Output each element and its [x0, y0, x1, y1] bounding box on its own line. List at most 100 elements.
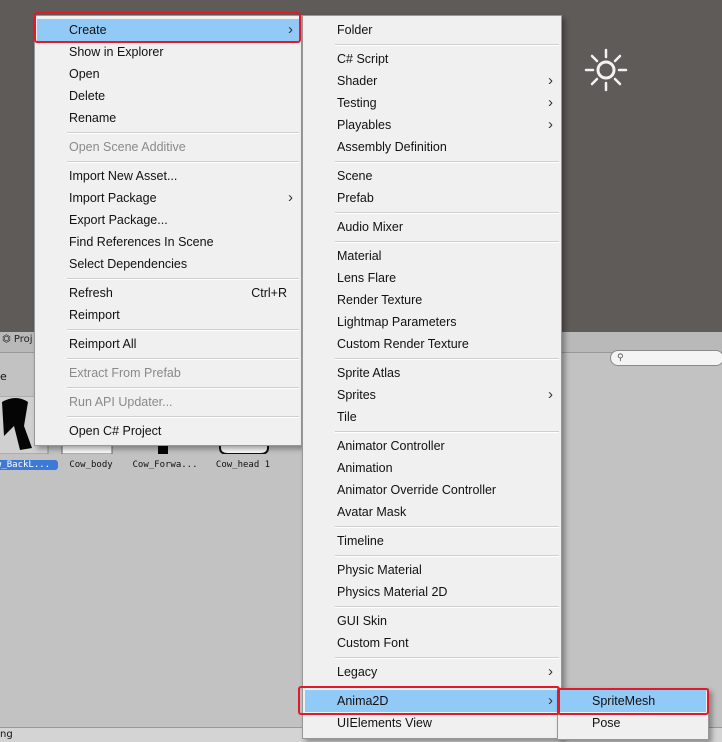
menu-item-label: Run API Updater... [69, 395, 173, 409]
menu-item-label: Material [337, 249, 382, 263]
create-menu-item-anima2d[interactable]: Anima2D › [305, 690, 559, 712]
menu-item-label: Create [69, 23, 107, 37]
context-menu-item-show-in-explorer[interactable]: Show in Explorer [37, 41, 299, 63]
menu-item-label: Lightmap Parameters [337, 315, 457, 329]
menu-item-label: Physics Material 2D [337, 585, 448, 599]
menu-separator [335, 657, 559, 659]
chevron-right-icon: › [548, 386, 553, 403]
chevron-right-icon: › [548, 72, 553, 89]
asset-label: Cow_Forwa... [132, 460, 198, 470]
menu-item-label: C# Script [337, 52, 389, 66]
anima2d-menu-item-pose[interactable]: Pose [560, 712, 706, 734]
menu-item-label: Delete [69, 89, 106, 103]
create-menu-item-render-texture[interactable]: Render Texture [305, 289, 559, 311]
menu-separator [67, 358, 299, 360]
create-menu-item-playables[interactable]: Playables › [305, 114, 559, 136]
create-menu-item-animation[interactable]: Animation [305, 457, 559, 479]
create-menu-item-sprite-atlas[interactable]: Sprite Atlas [305, 362, 559, 384]
menu-item-label: Custom Font [337, 636, 409, 650]
menu-item-label: Open [69, 67, 100, 81]
context-menu-item-open[interactable]: Open [37, 63, 299, 85]
menu-item-label: Export Package... [69, 213, 168, 227]
asset-label: w_BackL... [0, 460, 58, 470]
menu-item-label: Reimport All [69, 337, 137, 351]
create-menu-item-sprites[interactable]: Sprites › [305, 384, 559, 406]
create-menu-item-physic-material[interactable]: Physic Material [305, 559, 559, 581]
menu-item-label: Folder [337, 23, 373, 37]
menu-item-label: GUI Skin [337, 614, 388, 628]
menu-item-label: SpriteMesh [592, 694, 656, 708]
create-menu-item-assembly-definition[interactable]: Assembly Definition [305, 136, 559, 158]
create-menu-item-lightmap-parameters[interactable]: Lightmap Parameters [305, 311, 559, 333]
menu-item-label: Extract From Prefab [69, 366, 181, 380]
create-menu-item-avatar-mask[interactable]: Avatar Mask [305, 501, 559, 523]
menu-item-label: Scene [337, 169, 373, 183]
create-menu-item-folder[interactable]: Folder [305, 19, 559, 41]
context-menu-item-open-scene-additive: Open Scene Additive [37, 136, 299, 158]
context-menu-item-rename[interactable]: Rename [37, 107, 299, 129]
create-menu-item-prefab[interactable]: Prefab [305, 187, 559, 209]
status-text: ng [0, 729, 13, 740]
menu-item-label: Testing [337, 96, 377, 110]
chevron-right-icon: › [548, 94, 553, 111]
chevron-right-icon: › [548, 663, 553, 680]
menu-item-label: Animator Override Controller [337, 483, 497, 497]
menu-separator [335, 241, 559, 243]
create-menu-item-uielements-view[interactable]: UIElements View [305, 712, 559, 734]
menu-item-label: Sprites [337, 388, 376, 402]
create-menu-item-animator-controller[interactable]: Animator Controller [305, 435, 559, 457]
directional-light-sun-icon[interactable] [584, 48, 628, 92]
create-menu-item-physics-material-2d[interactable]: Physics Material 2D [305, 581, 559, 603]
chevron-right-icon: › [548, 116, 553, 133]
create-menu-item-animator-override-controller[interactable]: Animator Override Controller [305, 479, 559, 501]
create-menu-item-material[interactable]: Material [305, 245, 559, 267]
asset-label: Cow_head 1 [215, 460, 271, 470]
create-menu-item-legacy[interactable]: Legacy › [305, 661, 559, 683]
menu-separator [335, 212, 559, 214]
create-menu-item-timeline[interactable]: Timeline [305, 530, 559, 552]
create-menu-item-tile[interactable]: Tile [305, 406, 559, 428]
context-menu-item-open-c-project[interactable]: Open C# Project [37, 420, 299, 442]
project-tab[interactable]: ⏣ Proj [2, 334, 33, 345]
context-menu-item-delete[interactable]: Delete [37, 85, 299, 107]
context-menu-item-select-dependencies[interactable]: Select Dependencies [37, 253, 299, 275]
menu-item-label: Refresh [69, 286, 113, 300]
menu-item-label: Legacy [337, 665, 378, 679]
context-menu-item-import-package[interactable]: Import Package › [37, 187, 299, 209]
context-menu-item-refresh[interactable]: Refresh Ctrl+R [37, 282, 299, 304]
context-menu-item-import-new-asset[interactable]: Import New Asset... [37, 165, 299, 187]
menu-separator [335, 555, 559, 557]
create-menu-item-custom-render-texture[interactable]: Custom Render Texture [305, 333, 559, 355]
menu-item-label: Import New Asset... [69, 169, 178, 183]
context-menu-item-reimport-all[interactable]: Reimport All [37, 333, 299, 355]
menu-item-shortcut: Ctrl+R [251, 286, 287, 300]
menu-item-label: Lens Flare [337, 271, 397, 285]
context-menu-item-extract-from-prefab: Extract From Prefab [37, 362, 299, 384]
menu-item-label: Rename [69, 111, 117, 125]
create-menu-item-lens-flare[interactable]: Lens Flare [305, 267, 559, 289]
context-menu-item-create[interactable]: Create › [37, 19, 299, 41]
create-menu-item-gui-skin[interactable]: GUI Skin [305, 610, 559, 632]
create-menu-item-scene[interactable]: Scene [305, 165, 559, 187]
menu-item-label: Timeline [337, 534, 384, 548]
menu-item-label: Tile [337, 410, 357, 424]
context-menu: Create › Show in Explorer Open Delete Rename O… [34, 15, 302, 446]
menu-separator [67, 132, 299, 134]
anima2d-menu-item-spritemesh[interactable]: SpriteMesh [560, 690, 706, 712]
context-menu-item-find-references-in-scene[interactable]: Find References In Scene [37, 231, 299, 253]
create-menu-item-testing[interactable]: Testing › [305, 92, 559, 114]
create-menu-item-custom-font[interactable]: Custom Font [305, 632, 559, 654]
search-icon: ⚲ [617, 353, 624, 363]
menu-separator [335, 526, 559, 528]
search-input[interactable]: ⚲ [610, 350, 722, 366]
menu-separator [67, 161, 299, 163]
context-menu-item-export-package[interactable]: Export Package... [37, 209, 299, 231]
menu-item-label: Assembly Definition [337, 140, 447, 154]
menu-separator [335, 686, 559, 688]
create-menu-item-c-script[interactable]: C# Script [305, 48, 559, 70]
create-menu-item-audio-mixer[interactable]: Audio Mixer [305, 216, 559, 238]
context-menu-item-reimport[interactable]: Reimport [37, 304, 299, 326]
create-menu-item-shader[interactable]: Shader › [305, 70, 559, 92]
menu-item-label: Custom Render Texture [337, 337, 469, 351]
menu-item-label: Anima2D [337, 694, 389, 708]
